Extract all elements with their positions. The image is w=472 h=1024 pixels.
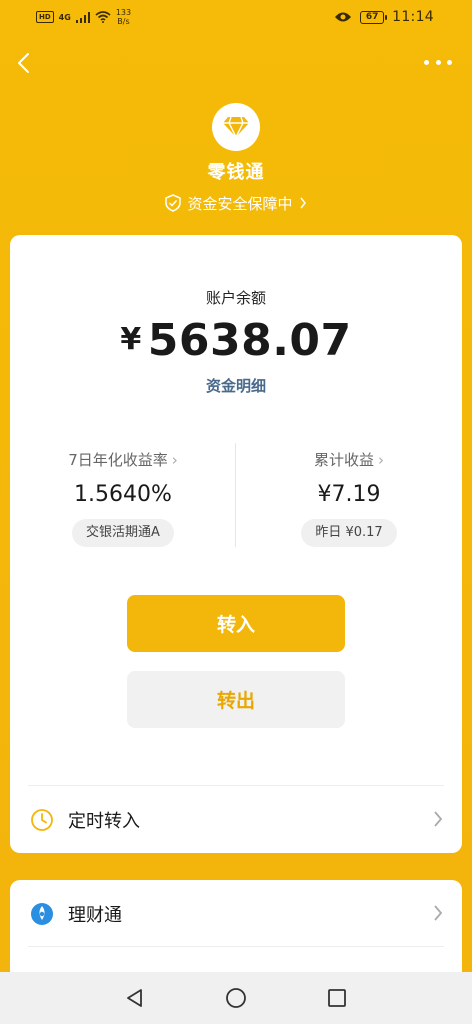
page-title: 零钱通 xyxy=(207,162,265,183)
balance-amount: ¥5638.07 xyxy=(10,315,462,366)
hd-badge: HD xyxy=(36,11,54,23)
nav-back-icon[interactable] xyxy=(124,987,146,1009)
chevron-right-icon: › xyxy=(171,451,178,469)
speed-unit: B/s xyxy=(117,17,130,26)
product-logo xyxy=(212,103,260,151)
nav-recent-apps-icon[interactable] xyxy=(326,987,348,1009)
signal-type: 4G xyxy=(58,12,71,22)
safety-text: 资金安全保障中 xyxy=(187,194,293,213)
yield-label: 7日年化收益率 xyxy=(68,451,168,469)
wealth-management-label: 理财通 xyxy=(68,904,122,926)
status-left: HD 4G 133 B/s xyxy=(36,8,131,26)
signal-icon xyxy=(75,11,90,23)
wealth-logo-icon xyxy=(31,902,53,925)
chevron-right-icon xyxy=(434,905,443,921)
balance-label: 账户余额 xyxy=(205,289,266,307)
shield-check-icon xyxy=(165,194,182,212)
more-dot xyxy=(447,59,452,65)
wealth-management-row[interactable]: 理财通 xyxy=(10,880,462,947)
earnings-stat: 累计收益 › ¥7.19 昨日 ¥0.17 xyxy=(236,449,462,547)
fund-name-badge: 交银活期通A xyxy=(72,519,174,547)
network-speed: 133 B/s xyxy=(116,8,131,26)
yield-stat: 7日年化收益率 › 1.5640% 交银活期通A xyxy=(10,449,236,547)
clock: 11:14 xyxy=(392,9,434,25)
battery-icon: 67 xyxy=(360,10,388,24)
scheduled-transfer-label: 定时转入 xyxy=(68,810,140,832)
section-divider xyxy=(28,946,444,947)
more-dot xyxy=(435,59,441,65)
diamond-icon xyxy=(223,116,249,138)
yield-value: 1.5640% xyxy=(74,482,172,507)
earnings-value: ¥7.19 xyxy=(317,482,381,507)
chevron-right-icon xyxy=(299,197,306,209)
balance-value: 5638.07 xyxy=(147,315,352,366)
chevron-left-icon xyxy=(18,53,29,73)
status-bar: HD 4G 133 B/s 67 11:14 xyxy=(0,0,472,36)
wifi-icon xyxy=(95,11,111,23)
more-dot xyxy=(424,59,429,65)
balance-card: 账户余额 ¥5638.07 资金明细 7日年化收益率 › 1.5640% 交银活期… xyxy=(10,235,462,853)
transfer-out-button[interactable]: 转出 xyxy=(127,671,345,728)
earnings-label-link[interactable]: 累计收益 › xyxy=(236,449,462,470)
back-button[interactable] xyxy=(12,48,36,78)
more-button[interactable] xyxy=(424,52,452,72)
status-right: 67 11:14 xyxy=(334,9,434,25)
eye-icon xyxy=(335,12,352,22)
wealth-card: 理财通 xyxy=(10,880,462,980)
speed-value: 133 xyxy=(115,8,132,17)
chevron-right-icon: › xyxy=(378,451,384,469)
clock-icon xyxy=(31,808,53,831)
system-navigation-bar xyxy=(0,972,472,1024)
yesterday-earnings-badge: 昨日 ¥0.17 xyxy=(301,519,397,547)
fund-details-link[interactable]: 资金明细 xyxy=(10,375,462,396)
earnings-label: 累计收益 xyxy=(313,451,374,469)
transfer-in-button[interactable]: 转入 xyxy=(127,595,345,652)
nav-home-icon[interactable] xyxy=(225,987,247,1009)
scheduled-transfer-row[interactable]: 定时转入 xyxy=(10,786,462,853)
yield-label-link[interactable]: 7日年化收益率 › xyxy=(10,449,236,470)
safety-link[interactable]: 资金安全保障中 xyxy=(0,191,472,215)
chevron-right-icon xyxy=(434,811,443,827)
currency-symbol: ¥ xyxy=(120,322,142,357)
